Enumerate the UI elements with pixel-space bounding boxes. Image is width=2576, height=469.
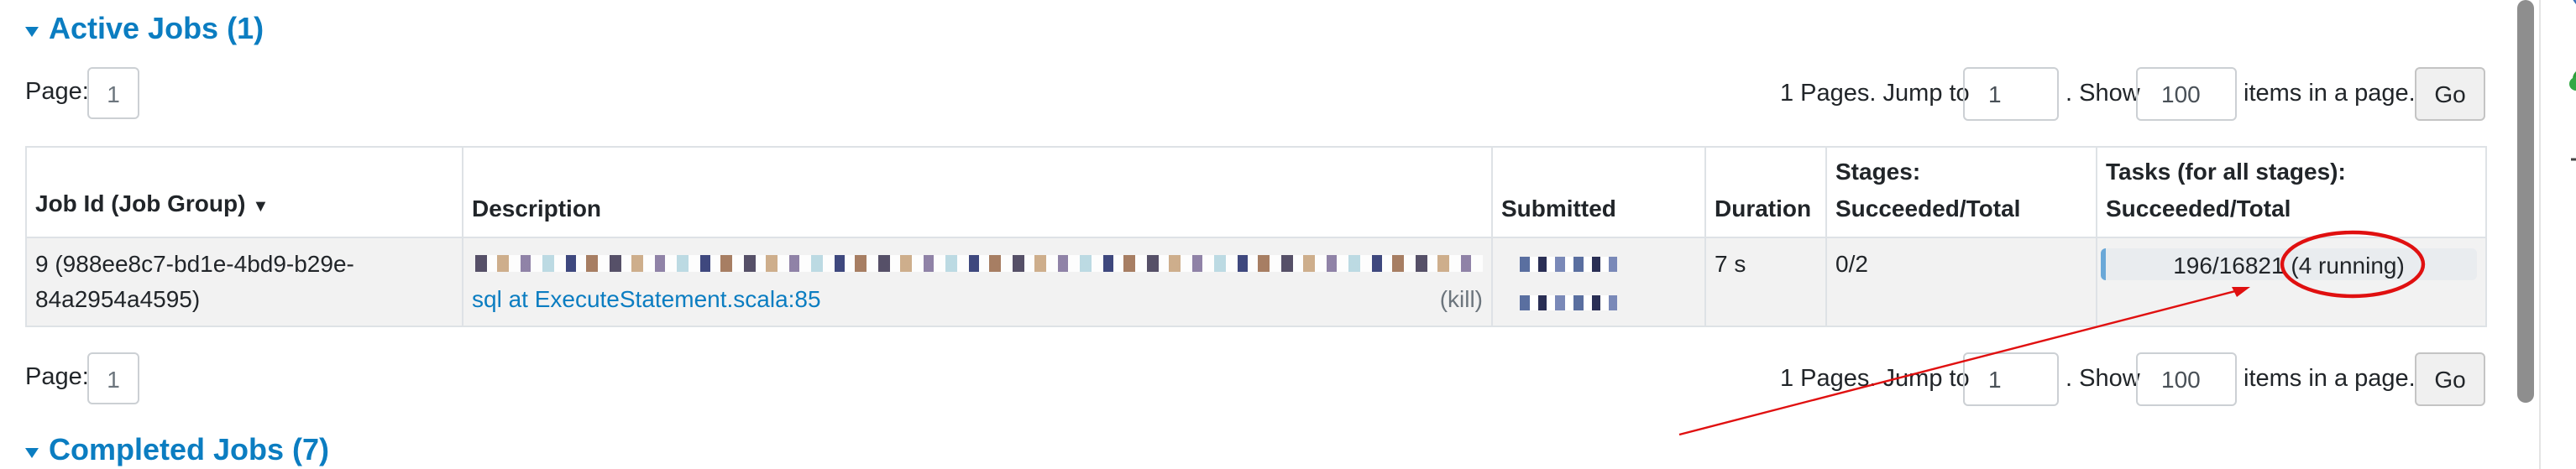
tasks-progress-text: 196/16821 (4 running) bbox=[2101, 248, 2477, 280]
tasks-header-line2: Succeeded/Total bbox=[2106, 195, 2291, 221]
bottom-go-button[interactable]: Go bbox=[2415, 352, 2485, 406]
bottom-items-in-page-label: items in a page. bbox=[2244, 366, 2416, 393]
tasks-column-header[interactable]: Tasks (for all stages): Succeeded/Total bbox=[2096, 146, 2487, 238]
job-id-column-header[interactable]: Job Id (Job Group) ▼ bbox=[25, 146, 463, 238]
spark-jobs-page: Active Jobs (1) Page: 1 1 Pages. Jump to… bbox=[0, 0, 2576, 469]
completed-jobs-title: Completed Jobs (7) bbox=[49, 433, 330, 466]
redacted-submitted-line1 bbox=[1520, 257, 1617, 272]
duration-column-header[interactable]: Duration bbox=[1704, 146, 1827, 238]
stages-cell: 0/2 bbox=[1825, 237, 2097, 327]
description-cell: sql at ExecuteStatement.scala:85 (kill) bbox=[462, 237, 1493, 327]
sort-desc-icon: ▼ bbox=[252, 198, 270, 216]
kill-link[interactable]: (kill) bbox=[1440, 282, 1483, 317]
stages-header-line1: Stages: bbox=[1835, 158, 1921, 185]
submitted-column-header[interactable]: Submitted bbox=[1491, 146, 1706, 238]
tasks-running: (4 running) bbox=[2291, 251, 2405, 278]
description-header-label: Description bbox=[472, 195, 602, 221]
duration-cell: 7 s bbox=[1704, 237, 1827, 327]
description-link[interactable]: sql at ExecuteStatement.scala:85 bbox=[472, 285, 821, 312]
tasks-progress-bar: 196/16821 (4 running) bbox=[2101, 248, 2477, 280]
bottom-pages-jump-label: 1 Pages. Jump to bbox=[1780, 366, 1970, 393]
jump-to-input[interactable]: 1 bbox=[1963, 67, 2059, 121]
tasks-count: 196/16821 bbox=[2173, 251, 2285, 278]
completed-jobs-header[interactable]: Completed Jobs (7) bbox=[25, 433, 329, 468]
page-input[interactable]: 1 bbox=[87, 67, 139, 119]
submitted-header-label: Submitted bbox=[1501, 195, 1616, 221]
items-in-page-label: items in a page. bbox=[2244, 81, 2416, 107]
go-button[interactable]: Go bbox=[2415, 67, 2485, 121]
bottom-page-size-input[interactable]: 100 bbox=[2136, 352, 2237, 406]
tasks-header-line1: Tasks (for all stages): bbox=[2106, 158, 2346, 185]
page-label: Page: bbox=[25, 79, 89, 106]
bottom-page-label: Page: bbox=[25, 364, 89, 391]
caret-down-icon bbox=[25, 26, 39, 36]
stages-header-line2: Succeeded/Total bbox=[1835, 195, 2021, 221]
caret-down-icon bbox=[25, 447, 39, 457]
table-header-row: Job Id (Job Group) ▼ Description Submitte… bbox=[25, 146, 2487, 238]
redacted-description bbox=[475, 255, 1483, 272]
pages-jump-label: 1 Pages. Jump to bbox=[1780, 81, 1970, 107]
job-id-cell: 9 (988ee8c7-bd1e-4bd9-b29e- 84a2954a4595… bbox=[25, 237, 463, 327]
job-id-line2: 84a2954a4595) bbox=[35, 285, 201, 312]
job-id-header-label: Job Id (Job Group) bbox=[35, 190, 246, 216]
sidebar-divider bbox=[2539, 0, 2541, 469]
vertical-scrollbar[interactable] bbox=[2517, 0, 2534, 403]
show-label: . Show bbox=[2066, 81, 2140, 107]
active-jobs-header[interactable]: Active Jobs (1) bbox=[25, 12, 264, 47]
description-column-header[interactable]: Description bbox=[462, 146, 1493, 238]
bottom-show-label: . Show bbox=[2066, 366, 2140, 393]
stages-column-header[interactable]: Stages: Succeeded/Total bbox=[1825, 146, 2097, 238]
job-id-line1: 9 (988ee8c7-bd1e-4bd9-b29e- bbox=[35, 250, 354, 277]
active-jobs-title: Active Jobs (1) bbox=[49, 12, 264, 45]
active-jobs-table: Job Id (Job Group) ▼ Description Submitte… bbox=[25, 146, 2487, 327]
page-size-input[interactable]: 100 bbox=[2136, 67, 2237, 121]
submitted-cell bbox=[1491, 237, 1706, 327]
bottom-page-input[interactable]: 1 bbox=[87, 352, 139, 404]
plus-icon[interactable] bbox=[2566, 144, 2576, 183]
tree-icon[interactable] bbox=[2566, 67, 2576, 109]
filter-icon[interactable] bbox=[2566, 0, 2576, 25]
bottom-jump-to-input[interactable]: 1 bbox=[1963, 352, 2059, 406]
duration-header-label: Duration bbox=[1715, 195, 1812, 221]
redacted-submitted-line2 bbox=[1520, 295, 1617, 310]
